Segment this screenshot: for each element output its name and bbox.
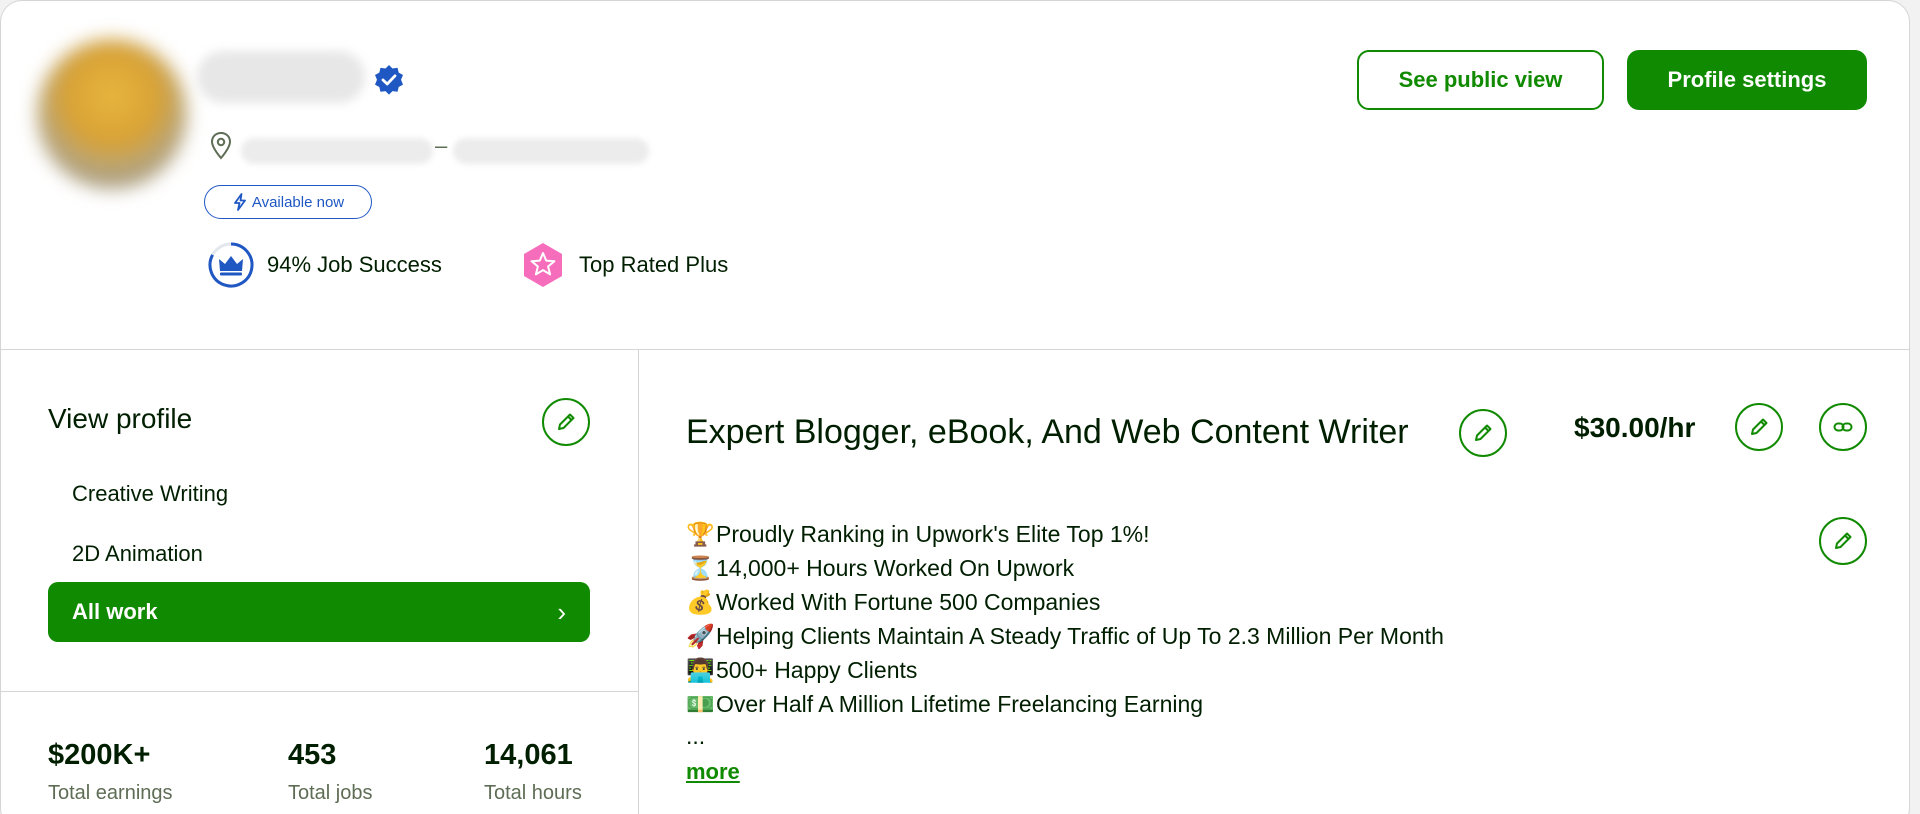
edit-rate-button[interactable] — [1735, 403, 1783, 451]
crown-icon — [208, 242, 254, 288]
description-line: 👨‍💻500+ Happy Clients — [686, 653, 1444, 687]
pencil-icon — [1475, 424, 1492, 441]
location-separator: – — [435, 133, 448, 158]
stat-label: Total earnings — [48, 782, 173, 804]
edit-description-button[interactable] — [1819, 517, 1867, 565]
sidebar-item-label: All work — [72, 599, 158, 624]
pencil-icon — [1835, 532, 1852, 549]
job-success-badge: 94% Job Success — [207, 241, 442, 289]
freelancer-name-blurred — [197, 51, 365, 103]
top-rated-label: Top Rated Plus — [579, 252, 729, 277]
stat-value: 14,061 — [484, 739, 573, 771]
avatar[interactable] — [37, 39, 187, 189]
location-city-blurred — [241, 138, 433, 164]
description-text: Over Half A Million Lifetime Freelancing… — [716, 691, 1204, 717]
description-line: 💵Over Half A Million Lifetime Freelancin… — [686, 687, 1444, 721]
description-text: Worked With Fortune 500 Companies — [716, 589, 1101, 615]
description-text: Proudly Ranking in Upwork's Elite Top 1%… — [716, 521, 1150, 547]
money-bag-icon: 💰 — [686, 589, 715, 615]
description-text: Helping Clients Maintain A Steady Traffi… — [716, 623, 1444, 649]
sidebar-item-all-work[interactable]: All work › — [48, 582, 590, 642]
stat-total-hours: 14,061 Total hours — [484, 739, 582, 805]
trophy-icon: 🏆 — [686, 521, 715, 547]
header-divider — [1, 349, 1909, 350]
see-public-view-button[interactable]: See public view — [1357, 50, 1604, 110]
lightning-bolt-icon — [233, 193, 246, 211]
edit-specialized-profiles-button[interactable] — [542, 398, 590, 446]
technologist-icon: 👨‍💻 — [686, 657, 715, 683]
hourglass-icon: ⏳ — [686, 555, 715, 581]
description-line: 💰Worked With Fortune 500 Companies — [686, 585, 1444, 619]
stat-label: Total hours — [484, 782, 582, 804]
availability-badge[interactable]: Available now — [204, 185, 372, 219]
star-badge-icon — [524, 243, 562, 287]
description-text: 14,000+ Hours Worked On Upwork — [716, 555, 1075, 581]
stat-total-earnings: $200K+ Total earnings — [48, 739, 173, 805]
pencil-icon — [1751, 418, 1768, 435]
description-text: 500+ Happy Clients — [716, 657, 918, 683]
edit-title-button[interactable] — [1459, 409, 1507, 457]
stat-total-jobs: 453 Total jobs — [288, 739, 373, 805]
hourly-rate: $30.00/hr — [1574, 412, 1696, 443]
description-line: 🏆Proudly Ranking in Upwork's Elite Top 1… — [686, 517, 1444, 551]
chevron-right-icon: › — [557, 596, 566, 627]
profile-description: 🏆Proudly Ranking in Upwork's Elite Top 1… — [686, 517, 1444, 751]
stat-label: Total jobs — [288, 782, 373, 804]
sidebar-item-2d-animation[interactable]: 2D Animation — [72, 541, 203, 567]
description-line: ⏳14,000+ Hours Worked On Upwork — [686, 551, 1444, 585]
column-divider — [638, 350, 639, 814]
verified-badge-icon — [375, 65, 403, 95]
dollar-bill-icon: 💵 — [686, 691, 715, 717]
location-pin-icon — [210, 131, 232, 160]
rocket-icon: 🚀 — [686, 623, 715, 649]
sidebar-divider — [1, 691, 638, 692]
more-link[interactable]: more — [686, 759, 740, 785]
top-rated-badge: Top Rated Plus — [519, 241, 728, 289]
stat-value: 453 — [288, 739, 337, 771]
description-ellipsis: ... — [686, 723, 706, 749]
profile-settings-button[interactable]: Profile settings — [1627, 50, 1867, 110]
description-line: 🚀Helping Clients Maintain A Steady Traff… — [686, 619, 1444, 653]
availability-label: Available now — [251, 193, 345, 211]
sidebar-item-creative-writing[interactable]: Creative Writing — [72, 481, 228, 507]
profile-title: Expert Blogger, eBook, And Web Content W… — [686, 413, 1409, 451]
copy-link-button[interactable] — [1819, 403, 1867, 451]
link-icon — [1833, 422, 1853, 432]
stat-value: $200K+ — [48, 739, 151, 771]
local-time-blurred — [453, 138, 649, 164]
view-profile-title: View profile — [48, 403, 193, 434]
pencil-icon — [558, 413, 575, 430]
profile-card: – Available now 94% Job Success Top Rate… — [0, 0, 1910, 814]
job-success-label: 94% Job Success — [267, 252, 442, 277]
